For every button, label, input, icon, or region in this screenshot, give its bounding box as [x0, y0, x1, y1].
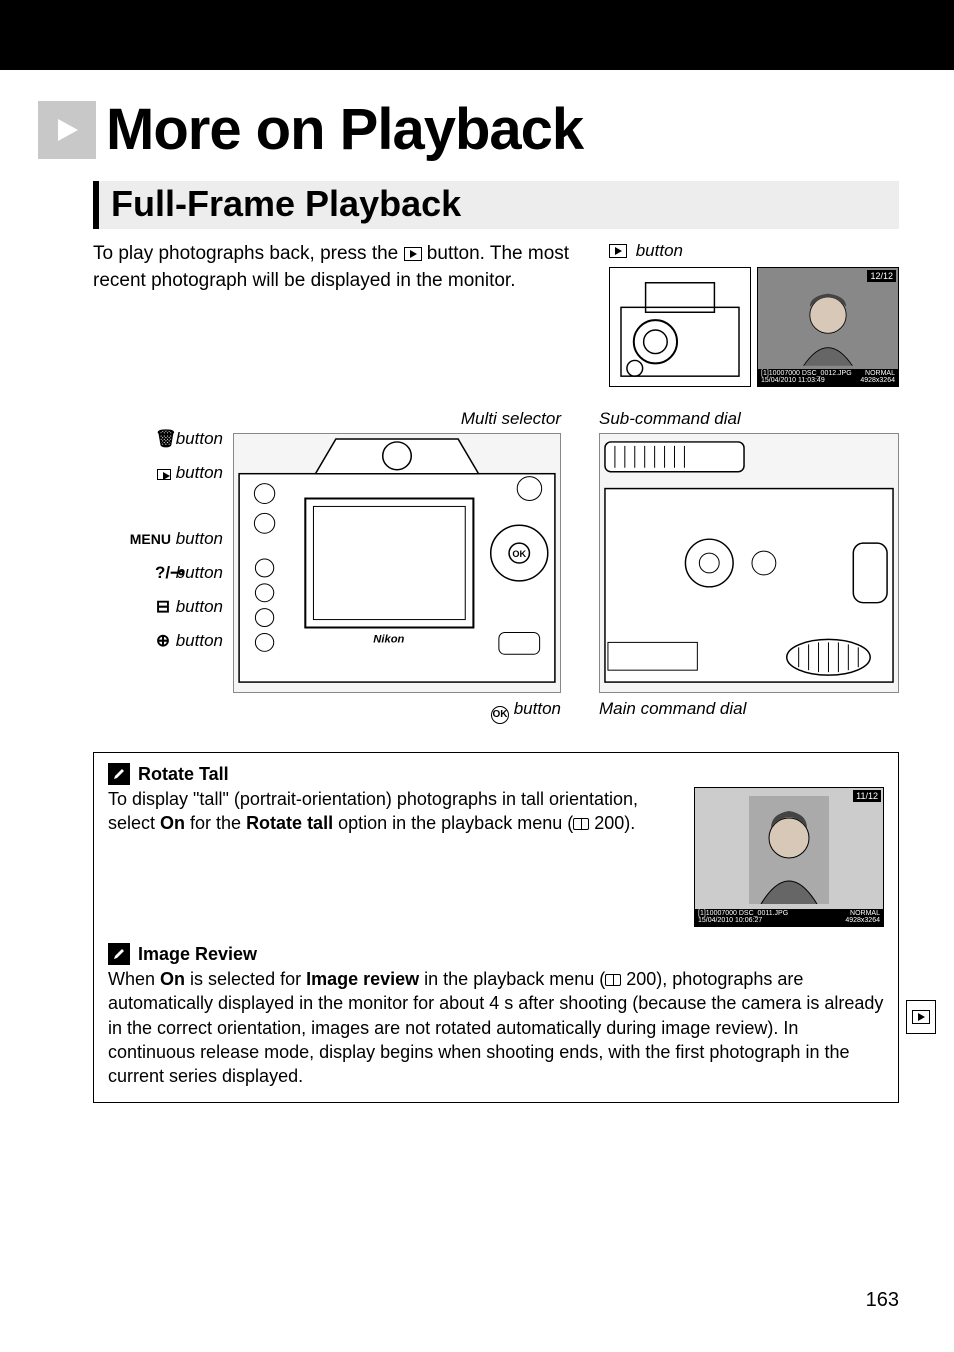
photo-counter: 11/12: [853, 790, 881, 802]
tip-text: When On is selected for Image review in …: [108, 967, 884, 1088]
button-label-list: 🗑 button button MENU button ?/⊸ button ⊟…: [93, 429, 223, 665]
section-heading-bar: Full-Frame Playback: [93, 181, 899, 229]
intro-text-pre: To play photographs back, press the: [93, 243, 404, 264]
label-help-button: ?/⊸ button: [93, 563, 223, 583]
section-title: Full-Frame Playback: [111, 183, 889, 225]
page-number: 163: [866, 1289, 899, 1312]
photo-info-strip: [1]10007000 DSC_0011.JPG15/04/2010 10:06…: [695, 909, 883, 926]
label-ok-button: OK button: [233, 699, 561, 724]
label-main-command-dial: Main command dial: [599, 699, 899, 719]
label-sub-command-dial: Sub-command dial: [599, 409, 899, 429]
chapter-heading: More on Playback: [38, 96, 899, 163]
tip-text: To display "tall" (portrait-orientation)…: [108, 787, 680, 927]
tip-box-rotate-tall: Rotate Tall To display "tall" (portrait-…: [93, 752, 899, 1103]
manual-reference-icon: [573, 818, 589, 830]
svg-text:Nikon: Nikon: [373, 634, 404, 646]
top-black-bar: [0, 0, 954, 70]
label-zoom-button: ⊕ button: [93, 631, 223, 651]
intro-paragraph: To play photographs back, press the butt…: [93, 241, 589, 387]
playback-button-icon: [404, 247, 422, 261]
photo-counter: 12/12: [867, 270, 896, 282]
camera-back-illustration: OK Nikon: [233, 433, 561, 693]
svg-text:OK: OK: [512, 549, 526, 559]
label-multi-selector: Multi selector: [93, 409, 561, 429]
tip-title: Image Review: [138, 944, 257, 965]
camera-top-illustration: [599, 433, 899, 693]
pencil-note-icon: [108, 763, 130, 785]
pencil-note-icon: [108, 943, 130, 965]
tip-title: Rotate Tall: [138, 764, 229, 785]
fig-label-text: button: [631, 241, 683, 260]
playback-button-icon: [609, 244, 627, 258]
chapter-title: More on Playback: [106, 96, 583, 163]
label-menu-button: MENU button: [93, 529, 223, 549]
photo-info-strip: [1]10007000 DSC_0012.JPG15/04/2010 11:03…: [758, 369, 898, 386]
label-delete-button: 🗑 button: [93, 429, 223, 449]
playback-icon: [912, 1010, 930, 1024]
playback-section-tab: [906, 1000, 936, 1034]
camera-side-illustration: [609, 267, 751, 387]
playback-preview-illustration: 12/12 [1]10007000 DSC_0012.JPG15/04/2010…: [757, 267, 899, 387]
figure-label-playback-button: button: [609, 241, 899, 261]
manual-reference-icon: [605, 974, 621, 986]
label-playback-button: button: [93, 463, 223, 483]
label-thumbnail-button: ⊟ button: [93, 597, 223, 617]
rotate-tall-illustration: 11/12 [1]10007000 DSC_0011.JPG15/04/2010…: [694, 787, 884, 927]
playback-icon: [38, 101, 96, 159]
